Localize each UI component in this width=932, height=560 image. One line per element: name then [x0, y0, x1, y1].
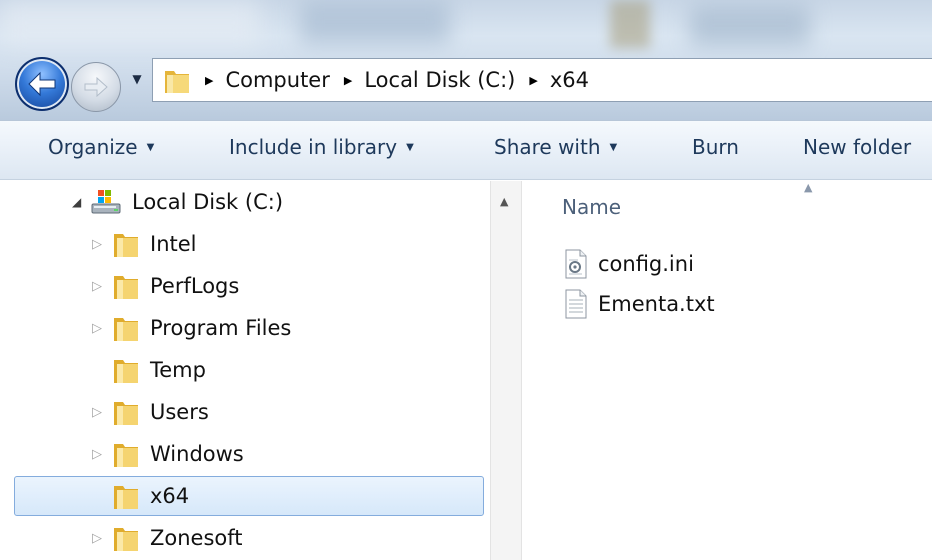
tree-item-program-files[interactable]: ▷ Program Files	[92, 308, 291, 348]
settings-file-icon	[565, 249, 587, 279]
include-in-library-button[interactable]: Include in library ▼	[229, 135, 414, 159]
tree-item-label: Intel	[150, 232, 197, 256]
chevron-down-icon: ▼	[609, 141, 618, 153]
forward-button[interactable]	[71, 62, 121, 112]
folder-icon	[114, 318, 138, 341]
navigation-scrollbar[interactable]: ▲	[490, 181, 522, 560]
tree-item-label: Windows	[150, 442, 244, 466]
collapsed-triangle-icon[interactable]: ▷	[92, 531, 102, 546]
tree-selection-highlight	[14, 476, 484, 516]
tree-item-label: Zonesoft	[150, 526, 243, 550]
tree-item-label: Local Disk (C:)	[132, 190, 284, 214]
new-folder-button[interactable]: New folder	[803, 135, 911, 159]
text-file-icon	[565, 289, 587, 319]
command-bar: Organize ▼ Include in library ▼ Share wi…	[0, 120, 932, 180]
tree-item-local-disk[interactable]: ◢ Local Disk (C:)	[72, 182, 283, 222]
recent-pages-button[interactable]: ▼	[128, 70, 146, 88]
folder-icon	[114, 486, 138, 509]
tree-item-label: Program Files	[150, 316, 292, 340]
forward-arrow-icon	[84, 76, 108, 98]
tree-item-temp[interactable]: Temp	[92, 350, 206, 390]
share-with-button[interactable]: Share with ▼	[494, 135, 617, 159]
folder-icon	[114, 360, 138, 383]
sort-ascending-icon: ▲	[804, 181, 813, 194]
tree-item-x64[interactable]: x64	[92, 476, 189, 516]
tree-item-label: PerfLogs	[150, 274, 240, 298]
share-with-label: Share with	[494, 135, 601, 159]
tree-item-perflogs[interactable]: ▷ PerfLogs	[92, 266, 239, 306]
breadcrumb: ▶ Computer ▶ Local Disk (C:) ▶ x64	[191, 68, 589, 92]
chevron-down-icon: ▼	[132, 72, 142, 86]
tree-item-zonesoft[interactable]: ▷ Zonesoft	[92, 518, 243, 558]
breadcrumb-arrow-icon[interactable]: ▶	[205, 74, 213, 87]
breadcrumb-x64[interactable]: x64	[550, 68, 589, 92]
file-list-pane: ▲ Name config.ini Ementa.txt	[522, 181, 932, 560]
address-bar[interactable]: ▶ Computer ▶ Local Disk (C:) ▶ x64	[152, 58, 932, 102]
scroll-up-icon[interactable]: ▲	[500, 195, 508, 208]
tree-item-intel[interactable]: ▷ Intel	[92, 224, 197, 264]
collapsed-triangle-icon[interactable]: ▷	[92, 321, 102, 336]
file-name: config.ini	[598, 252, 694, 276]
expanded-triangle-icon[interactable]: ◢	[72, 195, 81, 209]
collapsed-triangle-icon[interactable]: ▷	[92, 447, 102, 462]
folder-icon	[114, 402, 138, 425]
collapsed-triangle-icon[interactable]: ▷	[92, 237, 102, 252]
burn-label: Burn	[692, 135, 739, 159]
breadcrumb-local-disk[interactable]: Local Disk (C:)	[364, 68, 515, 92]
tree-item-users[interactable]: ▷ Users	[92, 392, 209, 432]
tree-item-label: Users	[150, 400, 209, 424]
file-name: Ementa.txt	[598, 292, 715, 316]
organize-label: Organize	[48, 135, 138, 159]
back-button[interactable]	[15, 57, 69, 111]
chevron-down-icon: ▼	[146, 141, 155, 153]
tree-item-label: x64	[150, 484, 190, 508]
tree-item-label: Temp	[150, 358, 206, 382]
organize-button[interactable]: Organize ▼	[48, 135, 154, 159]
chevron-down-icon: ▼	[406, 141, 414, 153]
new-folder-label: New folder	[803, 135, 912, 159]
file-item-ementa-txt[interactable]: Ementa.txt	[564, 289, 715, 319]
folder-icon	[114, 528, 138, 551]
column-header-name[interactable]: Name	[562, 195, 621, 219]
back-arrow-icon	[28, 71, 56, 97]
tree-item-windows[interactable]: ▷ Windows	[92, 434, 244, 474]
file-item-config-ini[interactable]: config.ini	[564, 249, 694, 279]
burn-button[interactable]: Burn	[692, 135, 739, 159]
breadcrumb-arrow-icon[interactable]: ▶	[344, 74, 352, 87]
drive-icon	[91, 190, 121, 214]
breadcrumb-arrow-icon[interactable]: ▶	[529, 74, 537, 87]
folder-icon	[114, 234, 138, 257]
folder-icon	[165, 71, 189, 93]
include-in-library-label: Include in library	[229, 135, 398, 159]
folder-icon	[114, 444, 138, 467]
breadcrumb-computer[interactable]: Computer	[225, 68, 329, 92]
folder-icon	[114, 276, 138, 299]
collapsed-triangle-icon[interactable]: ▷	[92, 405, 102, 420]
collapsed-triangle-icon[interactable]: ▷	[92, 279, 102, 294]
